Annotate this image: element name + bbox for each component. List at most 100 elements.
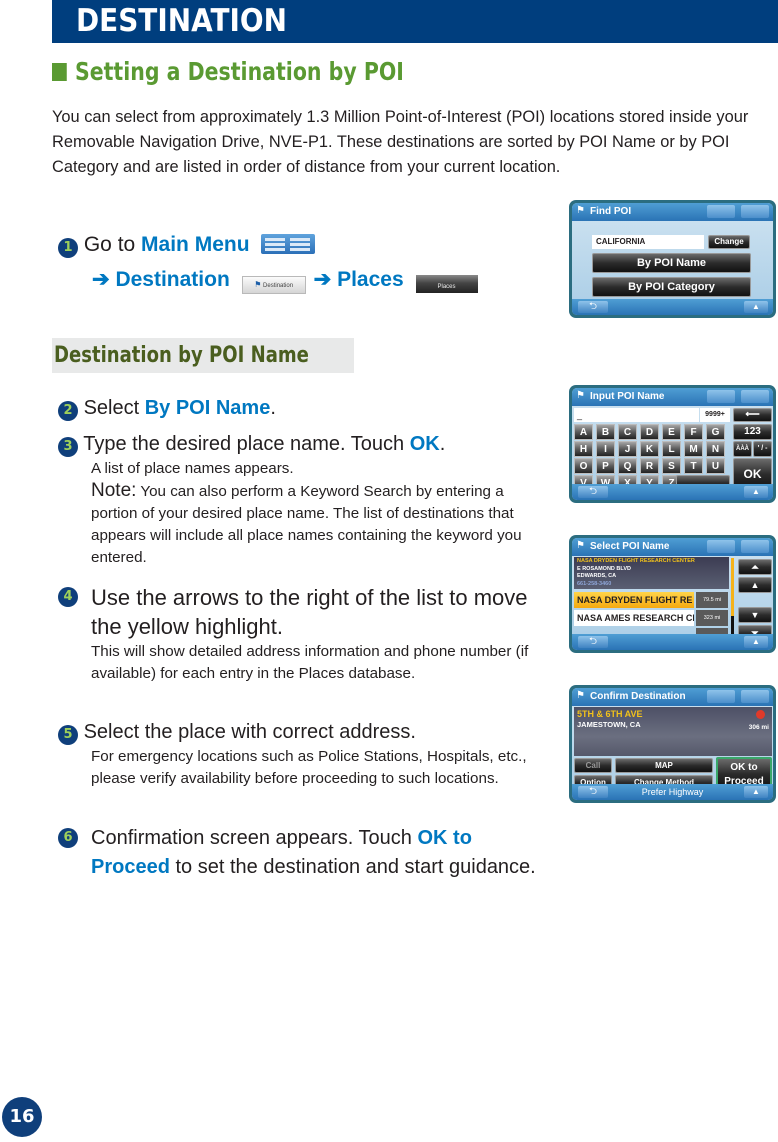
- keyboard-key[interactable]: J: [618, 441, 637, 457]
- change-button[interactable]: Change: [708, 235, 750, 249]
- keyboard-key[interactable]: R: [640, 458, 659, 474]
- by-poi-name-label: By POI Name: [144, 397, 271, 419]
- back-button[interactable]: ⮌: [578, 486, 608, 498]
- subhead-title: Destination by POI Name: [54, 343, 309, 368]
- keyboard-key[interactable]: P: [596, 458, 615, 474]
- by-poi-name-button[interactable]: By POI Name: [592, 253, 751, 273]
- window-button[interactable]: [707, 690, 735, 703]
- select-poi-name-screen: Select POI Name ⚑ NASA DRYDEN FLIGHT RES…: [569, 535, 776, 653]
- window-button[interactable]: [707, 540, 735, 553]
- step-number: 6: [58, 828, 78, 848]
- flag-icon: ⚑: [576, 205, 585, 216]
- navigation-button[interactable]: ▲: [744, 301, 768, 313]
- keyboard-key[interactable]: L: [662, 441, 681, 457]
- keyboard-key[interactable]: F: [684, 424, 703, 440]
- menu-button[interactable]: [741, 690, 769, 703]
- keyboard-key[interactable]: M: [684, 441, 703, 457]
- keyboard-key[interactable]: U: [706, 458, 725, 474]
- keyboard-key[interactable]: D: [640, 424, 659, 440]
- keyboard-key[interactable]: O: [574, 458, 593, 474]
- call-button[interactable]: Call: [574, 758, 612, 773]
- keyboard-key[interactable]: H: [574, 441, 593, 457]
- back-button[interactable]: ⮌: [578, 636, 608, 648]
- back-button[interactable]: ⮌: [578, 301, 608, 313]
- keyboard-key[interactable]: K: [640, 441, 659, 457]
- menu-button[interactable]: [741, 390, 769, 403]
- navigation-button[interactable]: ▲: [744, 486, 768, 498]
- step-6: 6 Confirmation screen appears. Touch OK …: [58, 824, 548, 882]
- step-1-path: ➔ Destination ⚑ Destination ➔ Places Plac…: [92, 266, 478, 294]
- state-field[interactable]: CALIFORNIA: [592, 235, 704, 249]
- step-1: 1 Go to Main Menu: [58, 231, 316, 259]
- step-5-body: For emergency locations such as Police S…: [91, 748, 527, 787]
- page-up-button[interactable]: ⏶: [738, 559, 772, 575]
- places-button-icon: Places: [415, 275, 478, 293]
- menu-button[interactable]: [741, 540, 769, 553]
- keyboard-key[interactable]: S: [662, 458, 681, 474]
- poi-detail-name: NASA DRYDEN FLIGHT RESEARCH CENTER: [577, 558, 695, 564]
- keyboard-key[interactable]: T: [684, 458, 703, 474]
- accents-key[interactable]: ÀÀÀ: [733, 441, 752, 457]
- destination-distance: 306 mi: [748, 724, 769, 731]
- step-number: 5: [58, 725, 78, 745]
- keyboard-key[interactable]: A: [574, 424, 593, 440]
- poi-detail-panel: NASA DRYDEN FLIGHT RESEARCH CENTER E ROS…: [574, 557, 729, 589]
- keyboard-key[interactable]: G: [706, 424, 725, 440]
- scrollbar[interactable]: [731, 558, 734, 640]
- poi-detail-city: EDWARDS, CA: [577, 573, 617, 579]
- input-poi-name-screen: Input POI Name ⚑ _ 9999+ ⟵ ABCDEFGHIJKLM…: [569, 385, 776, 503]
- destination-street: 5TH & 6TH AVE: [577, 709, 643, 719]
- poi-detail-street: E ROSAMOND BLVD: [577, 565, 631, 572]
- step-4: 4 Use the arrows to the right of the lis…: [58, 583, 548, 685]
- numbers-key[interactable]: 123: [733, 424, 772, 440]
- keyboard-key[interactable]: Q: [618, 458, 637, 474]
- keyboard-key[interactable]: C: [618, 424, 637, 440]
- places-label: Places: [337, 268, 404, 291]
- keyboard-key[interactable]: B: [596, 424, 615, 440]
- poi-list-item[interactable]: NASA AMES RESEARCH CE: [574, 610, 694, 626]
- window-button[interactable]: [707, 390, 735, 403]
- back-button[interactable]: ⮌: [578, 786, 608, 798]
- map-button[interactable]: MAP: [615, 758, 713, 773]
- poi-list-item-highlighted[interactable]: NASA DRYDEN FLIGHT RE: [574, 592, 694, 608]
- scroll-up-button[interactable]: ▲: [738, 577, 772, 593]
- menu-button[interactable]: [741, 205, 769, 218]
- page-header-title: DESTINATION: [76, 3, 287, 39]
- main-menu-icon: [261, 234, 316, 254]
- keyboard-key[interactable]: E: [662, 424, 681, 440]
- step-2: 2 Select By POI Name.: [58, 395, 548, 422]
- section-title: Setting a Destination by POI: [52, 52, 404, 92]
- symbols-key[interactable]: ' / -: [753, 441, 772, 457]
- section-square-icon: [52, 63, 67, 81]
- step-3: 3 Type the desired place name. Touch OK.…: [58, 431, 548, 569]
- keyboard-key[interactable]: N: [706, 441, 725, 457]
- arrow-right-icon: ➔: [313, 268, 332, 291]
- poi-name-input[interactable]: _: [574, 408, 699, 422]
- destination-button-icon: ⚑ Destination: [241, 276, 306, 294]
- step-3-body: A list of place names appears.: [91, 460, 294, 477]
- step-number: 1: [58, 238, 78, 258]
- section-title-text: Setting a Destination by POI: [74, 57, 404, 86]
- window-button[interactable]: [707, 205, 735, 218]
- backspace-button[interactable]: ⟵: [733, 408, 772, 422]
- destination-label: Destination: [115, 268, 230, 291]
- page-number: 16: [2, 1097, 42, 1137]
- intro-paragraph: You can select from approximately 1.3 Mi…: [52, 108, 749, 176]
- scroll-down-button[interactable]: ▼: [738, 607, 772, 623]
- main-menu-label: Main Menu: [141, 233, 250, 256]
- destination-panel: 5TH & 6TH AVE JAMESTOWN, CA 306 mi: [574, 707, 772, 756]
- step-3-note: Note: You can also perform a Keyword Sea…: [91, 480, 522, 566]
- step-number: 2: [58, 401, 78, 421]
- poi-distance: 323 mi: [696, 610, 728, 626]
- keyboard-key[interactable]: I: [596, 441, 615, 457]
- by-poi-category-button[interactable]: By POI Category: [592, 277, 751, 297]
- poi-distance: 79.5 mi: [696, 592, 728, 608]
- step-5: 5 Select the place with correct address.…: [58, 719, 548, 790]
- flag-icon: ⚑: [576, 390, 585, 401]
- navigation-button[interactable]: ▲: [744, 636, 768, 648]
- ok-label: OK: [409, 433, 440, 455]
- direction-compass-icon: [756, 710, 765, 719]
- navigation-button[interactable]: ▲: [744, 786, 768, 798]
- result-count: 9999+: [700, 408, 730, 422]
- step-4-body: This will show detailed address informat…: [91, 643, 529, 682]
